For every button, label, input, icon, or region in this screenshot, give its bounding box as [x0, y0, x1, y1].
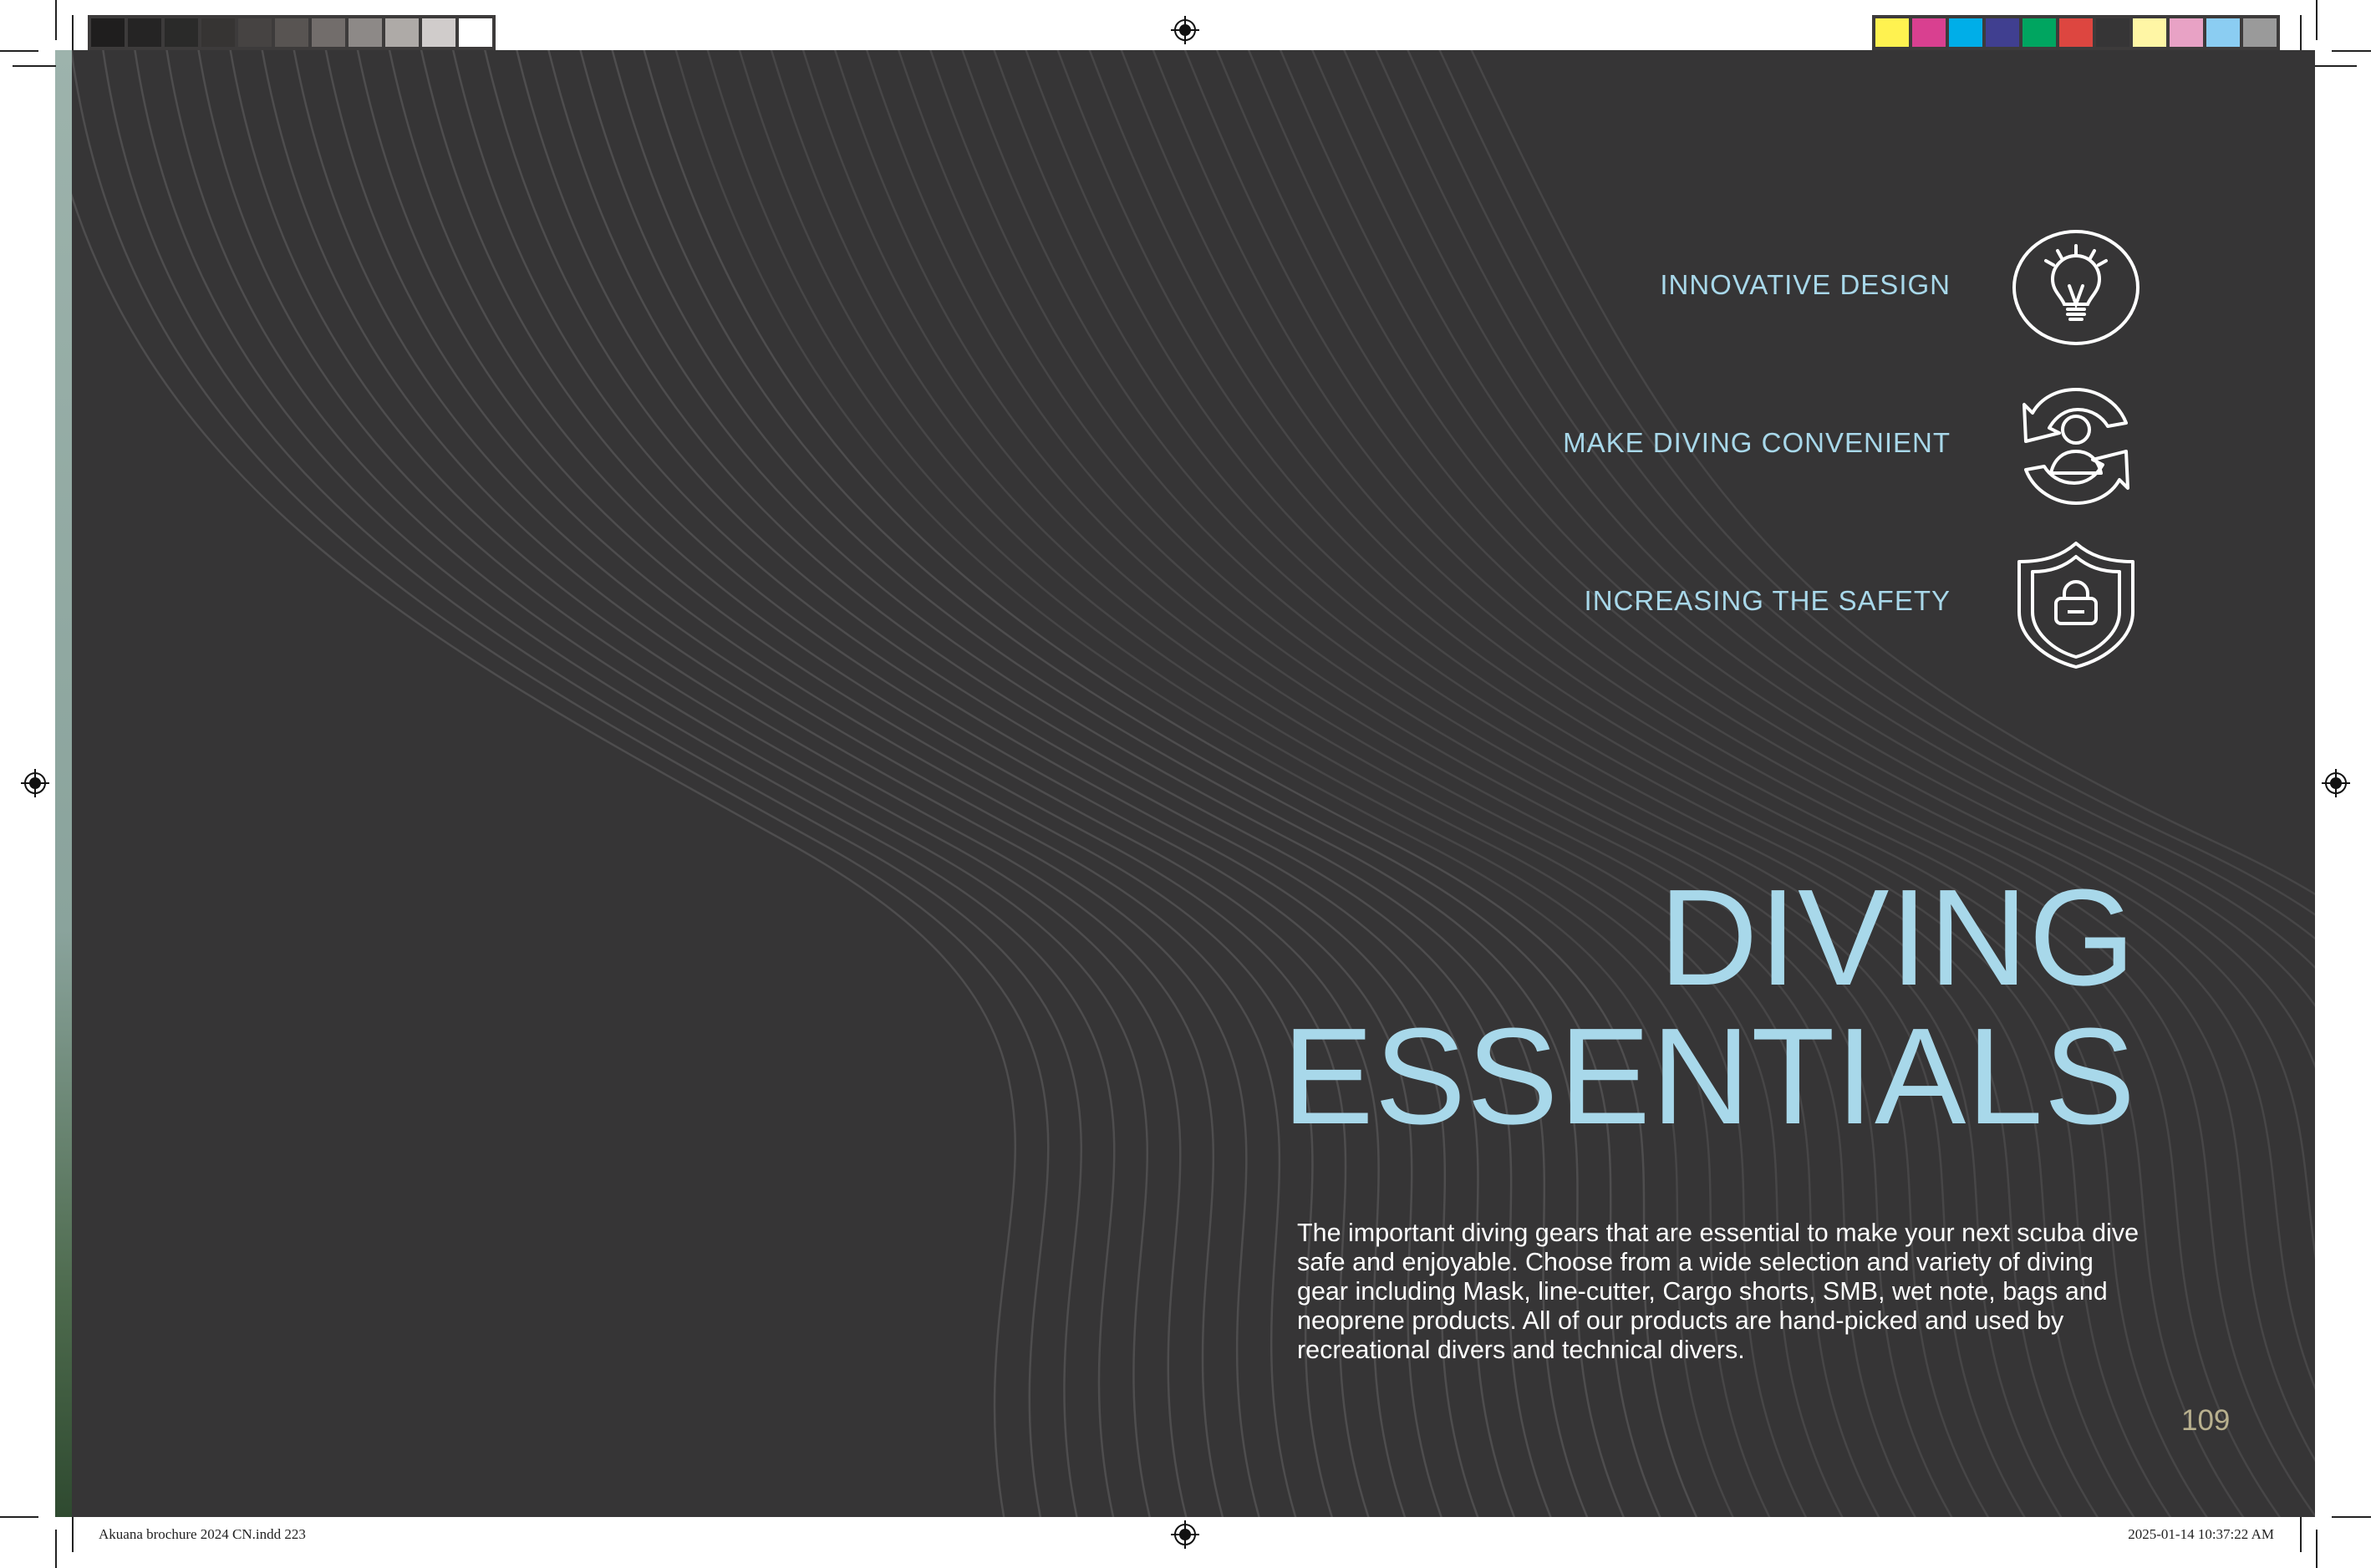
wave-line: [293, 50, 1302, 1517]
registration-mark-icon: [1171, 16, 1199, 44]
color-swatch: [2096, 18, 2129, 47]
color-swatch: [2059, 18, 2093, 47]
footer-timestamp: 2025-01-14 10:37:22 AM: [2128, 1526, 2274, 1543]
user-cycle-icon: [2009, 379, 2143, 513]
feature-make-diving-convenient: MAKE DIVING CONVENIENT: [1563, 427, 1951, 459]
title-line-1: DIVING: [1659, 869, 2136, 1006]
color-swatch: [275, 18, 308, 47]
color-swatch: [128, 18, 161, 47]
color-swatch: [422, 18, 455, 47]
color-swatch: [349, 18, 382, 47]
crop-mark: [2316, 0, 2318, 40]
wave-line: [229, 50, 1229, 1517]
gray-color-bar: [88, 15, 496, 50]
color-swatch: [1912, 18, 1946, 47]
color-swatch: [385, 18, 419, 47]
crop-mark: [0, 1516, 38, 1518]
crop-mark: [2316, 1530, 2318, 1568]
registration-mark-icon: [2322, 769, 2350, 797]
color-swatch: [459, 18, 492, 47]
crop-mark: [55, 1530, 57, 1568]
process-color-bar: [1872, 15, 2280, 50]
crop-mark: [13, 65, 56, 67]
feature-increasing-safety: INCREASING THE SAFETY: [1585, 585, 1951, 617]
bleed-strip: [55, 50, 72, 1517]
color-swatch: [312, 18, 345, 47]
crop-mark: [0, 50, 38, 52]
crop-mark: [2332, 1516, 2371, 1518]
color-swatch: [1949, 18, 1982, 47]
wave-line: [356, 50, 1376, 1517]
shield-lock-icon: [2009, 538, 2143, 672]
color-swatch: [2133, 18, 2166, 47]
crop-mark: [72, 1517, 74, 1552]
crop-mark: [2300, 1517, 2302, 1552]
feature-innovative-design: INNOVATIVE DESIGN: [1660, 269, 1951, 301]
lightbulb-icon: [2009, 221, 2143, 354]
color-swatch: [1875, 18, 1909, 47]
crop-mark: [55, 0, 57, 40]
title-line-2: ESSENTIALS: [1282, 1008, 2136, 1145]
color-swatch: [2170, 18, 2203, 47]
footer-file-info: Akuana brochure 2024 CN.indd 223: [99, 1526, 306, 1543]
crop-mark: [2300, 15, 2302, 50]
wave-line: [261, 50, 1265, 1517]
color-swatch: [2022, 18, 2056, 47]
intro-paragraph: The important diving gears that are esse…: [1297, 1219, 2150, 1365]
color-swatch: [165, 18, 198, 47]
color-swatch: [91, 18, 125, 47]
crop-mark: [2332, 50, 2371, 52]
crop-mark: [2315, 65, 2357, 67]
color-swatch: [238, 18, 272, 47]
wave-line: [197, 50, 1192, 1517]
registration-mark-icon: [21, 769, 49, 797]
color-swatch: [2243, 18, 2277, 47]
color-swatch: [2206, 18, 2240, 47]
color-swatch: [201, 18, 235, 47]
page-number: 109: [2181, 1404, 2230, 1438]
registration-mark-icon: [1171, 1520, 1199, 1549]
color-swatch: [1986, 18, 2019, 47]
crop-mark: [72, 15, 74, 50]
